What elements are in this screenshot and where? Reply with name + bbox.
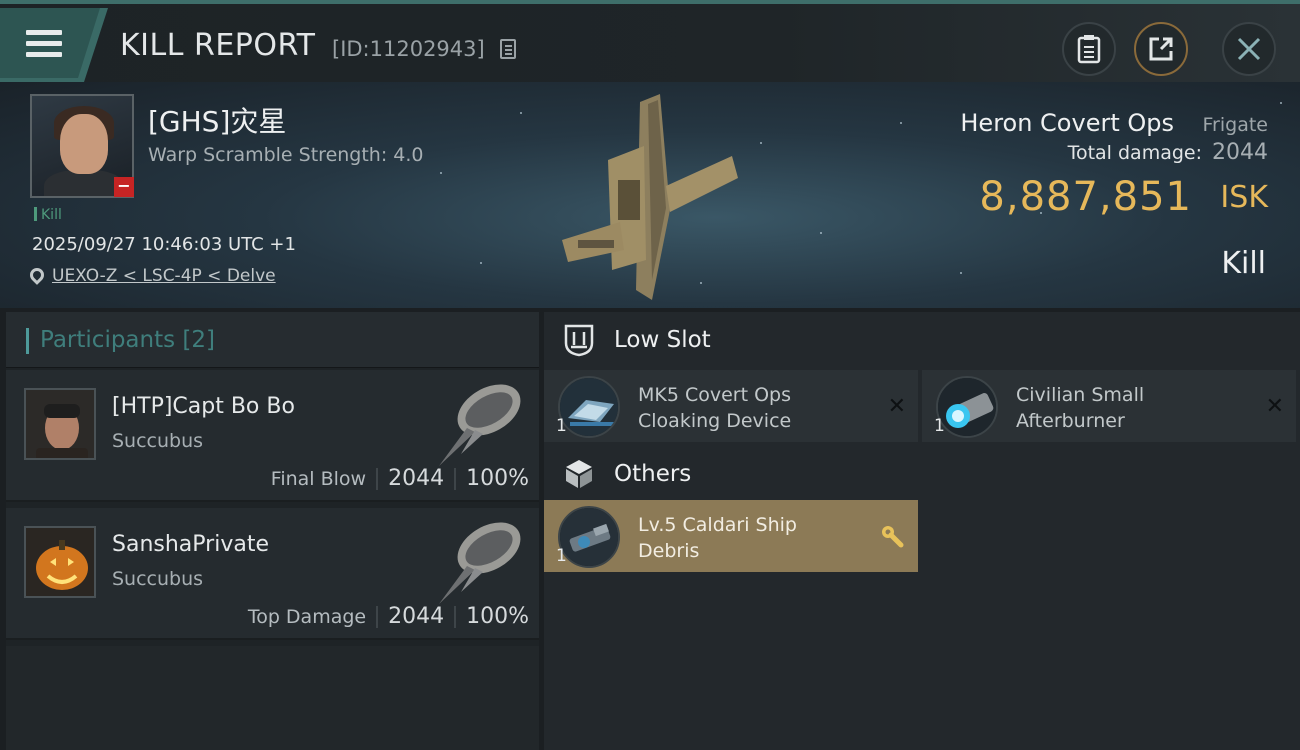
item-quantity: 1 (556, 416, 567, 436)
copy-icon[interactable] (500, 39, 516, 59)
participants-panel: Participants [2] [HTP]Capt Bo Bo Succubu… (6, 312, 539, 750)
participant-row[interactable]: [HTP]Capt Bo Bo Succubus Final Blow 2044… (6, 370, 539, 502)
participant-percent: 100% (466, 604, 529, 629)
warp-scramble-strength: Warp Scramble Strength: 4.0 (148, 144, 424, 166)
low-slot-icon (562, 322, 596, 358)
victim-ship-class: Frigate (1202, 114, 1268, 136)
low-slot-header: Low Slot (544, 312, 1300, 368)
destroyed-x-icon: ✕ (887, 394, 906, 419)
share-button[interactable] (1134, 22, 1188, 76)
share-icon (1149, 37, 1173, 61)
location-pin-icon (27, 265, 47, 285)
fitting-empty-area (922, 500, 1300, 750)
participants-empty-area (6, 646, 539, 750)
participant-avatar[interactable] (24, 388, 96, 460)
participants-title: Participants [2] (40, 327, 215, 353)
victim-ship-name[interactable]: Heron Covert Ops (960, 109, 1174, 137)
participant-stats: Final Blow 2044 100% (271, 466, 529, 491)
participant-damage: 2044 (388, 466, 445, 491)
participant-damage: 2044 (388, 604, 445, 629)
kill-tag: Kill (34, 207, 62, 223)
wrench-icon[interactable] (880, 524, 904, 548)
participant-avatar[interactable] (24, 526, 96, 598)
page-title: KILL REPORT (120, 28, 316, 63)
victim-banner: − [GHS]灾星 Warp Scramble Strength: 4.0 Ki… (0, 82, 1300, 308)
kill-timestamp: 2025/09/27 10:46:03 UTC +1 (32, 234, 296, 255)
participant-stats: Top Damage 2044 100% (248, 604, 529, 629)
total-damage-label: Total damage: (1067, 142, 1202, 164)
clipboard-icon (1077, 35, 1101, 64)
victim-name[interactable]: [GHS]灾星 (148, 100, 286, 140)
header-bar: KILL REPORT [ID:11202943] (0, 0, 1300, 82)
destroyed-x-icon: ✕ (1265, 394, 1284, 419)
low-slot-label: Low Slot (614, 327, 711, 353)
participant-ship: Succubus (112, 430, 204, 452)
afterburner-icon (936, 376, 998, 438)
item-quantity: 1 (556, 546, 567, 566)
isk-unit: ISK (1220, 180, 1268, 215)
participant-row[interactable]: SanshaPrivate Succubus Top Damage 2044 1… (6, 508, 539, 640)
destroyed-badge: − (114, 177, 134, 197)
clipboard-button[interactable] (1062, 22, 1116, 76)
participant-role: Top Damage (247, 605, 367, 628)
menu-tab[interactable] (0, 8, 108, 82)
location-link[interactable]: UEXO-Z < LSC-4P < Delve (27, 265, 276, 286)
item-cloaking-device[interactable]: 1 MK5 Covert Ops Cloaking Device ✕ (544, 370, 918, 442)
participant-name[interactable]: [HTP]Capt Bo Bo (112, 394, 295, 419)
others-label: Others (614, 461, 692, 487)
participant-name[interactable]: SanshaPrivate (112, 532, 269, 557)
others-header: Others (544, 446, 1300, 502)
location-text[interactable]: UEXO-Z < LSC-4P < Delve (52, 266, 276, 286)
close-button[interactable] (1222, 22, 1276, 76)
kill-result: Kill (1221, 246, 1266, 281)
item-ship-debris[interactable]: 1 Lv.5 Caldari Ship Debris (544, 500, 918, 572)
item-name: Civilian Small Afterburner (1016, 384, 1145, 432)
participant-ship-image (439, 522, 521, 604)
total-damage-value: 2044 (1212, 140, 1268, 165)
cube-icon (562, 456, 596, 492)
ship-debris-icon (558, 506, 620, 568)
participants-header: Participants [2] (6, 312, 539, 368)
item-afterburner[interactable]: 1 Civilian Small Afterburner ✕ (922, 370, 1296, 442)
item-name: Lv.5 Caldari Ship Debris (638, 514, 797, 562)
victim-ship-image (562, 94, 738, 300)
close-icon (1237, 37, 1261, 61)
participant-percent: 100% (466, 466, 529, 491)
fitting-panel: Low Slot 1 MK5 Covert Ops Cloaking Devic… (544, 312, 1300, 750)
cloaking-device-icon (558, 376, 620, 438)
participant-ship-image (439, 384, 521, 466)
item-quantity: 1 (934, 416, 945, 436)
participant-ship: Succubus (112, 568, 204, 590)
isk-value: 8,887,851 (979, 174, 1192, 220)
participant-role: Final Blow (270, 467, 367, 490)
item-name: MK5 Covert Ops Cloaking Device (638, 384, 792, 432)
report-id: [ID:11202943] (332, 37, 485, 61)
menu-icon[interactable] (26, 30, 62, 60)
